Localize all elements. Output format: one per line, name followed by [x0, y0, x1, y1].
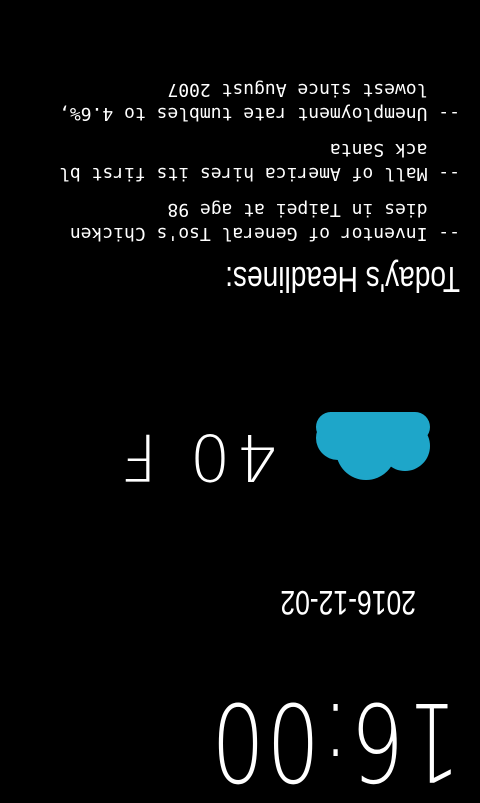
headline-line: -- Inventor of General Tso's Chicken: [69, 223, 460, 244]
headline-line: dies in Taipei at age 98: [167, 199, 460, 220]
smart-mirror-display: 16:00 2016-12-02 40 F Today's Headlines:…: [0, 0, 480, 803]
temperature-display: 40 F: [114, 419, 277, 493]
headline-item: -- Mall of America hires its first bl ac…: [0, 137, 460, 185]
headline-list: -- Inventor of General Tso's Chicken die…: [0, 65, 460, 245]
headline-item: -- Inventor of General Tso's Chicken die…: [0, 197, 460, 245]
headline-line: -- Unemployment rate tumbles to 4.6%,: [59, 103, 460, 124]
date-display: 2016-12-02: [280, 583, 416, 621]
headlines-title: Today's Headlines:: [225, 259, 460, 300]
headline-line: ack Santa: [329, 139, 460, 160]
headline-line: -- Mall of America hires its first bl: [59, 163, 460, 184]
clock-time: 16:00: [209, 678, 460, 803]
cloud-icon: [310, 392, 440, 482]
headline-item: -- Unemployment rate tumbles to 4.6%, lo…: [0, 77, 460, 125]
headline-line: lowest since August 2007: [167, 79, 460, 100]
